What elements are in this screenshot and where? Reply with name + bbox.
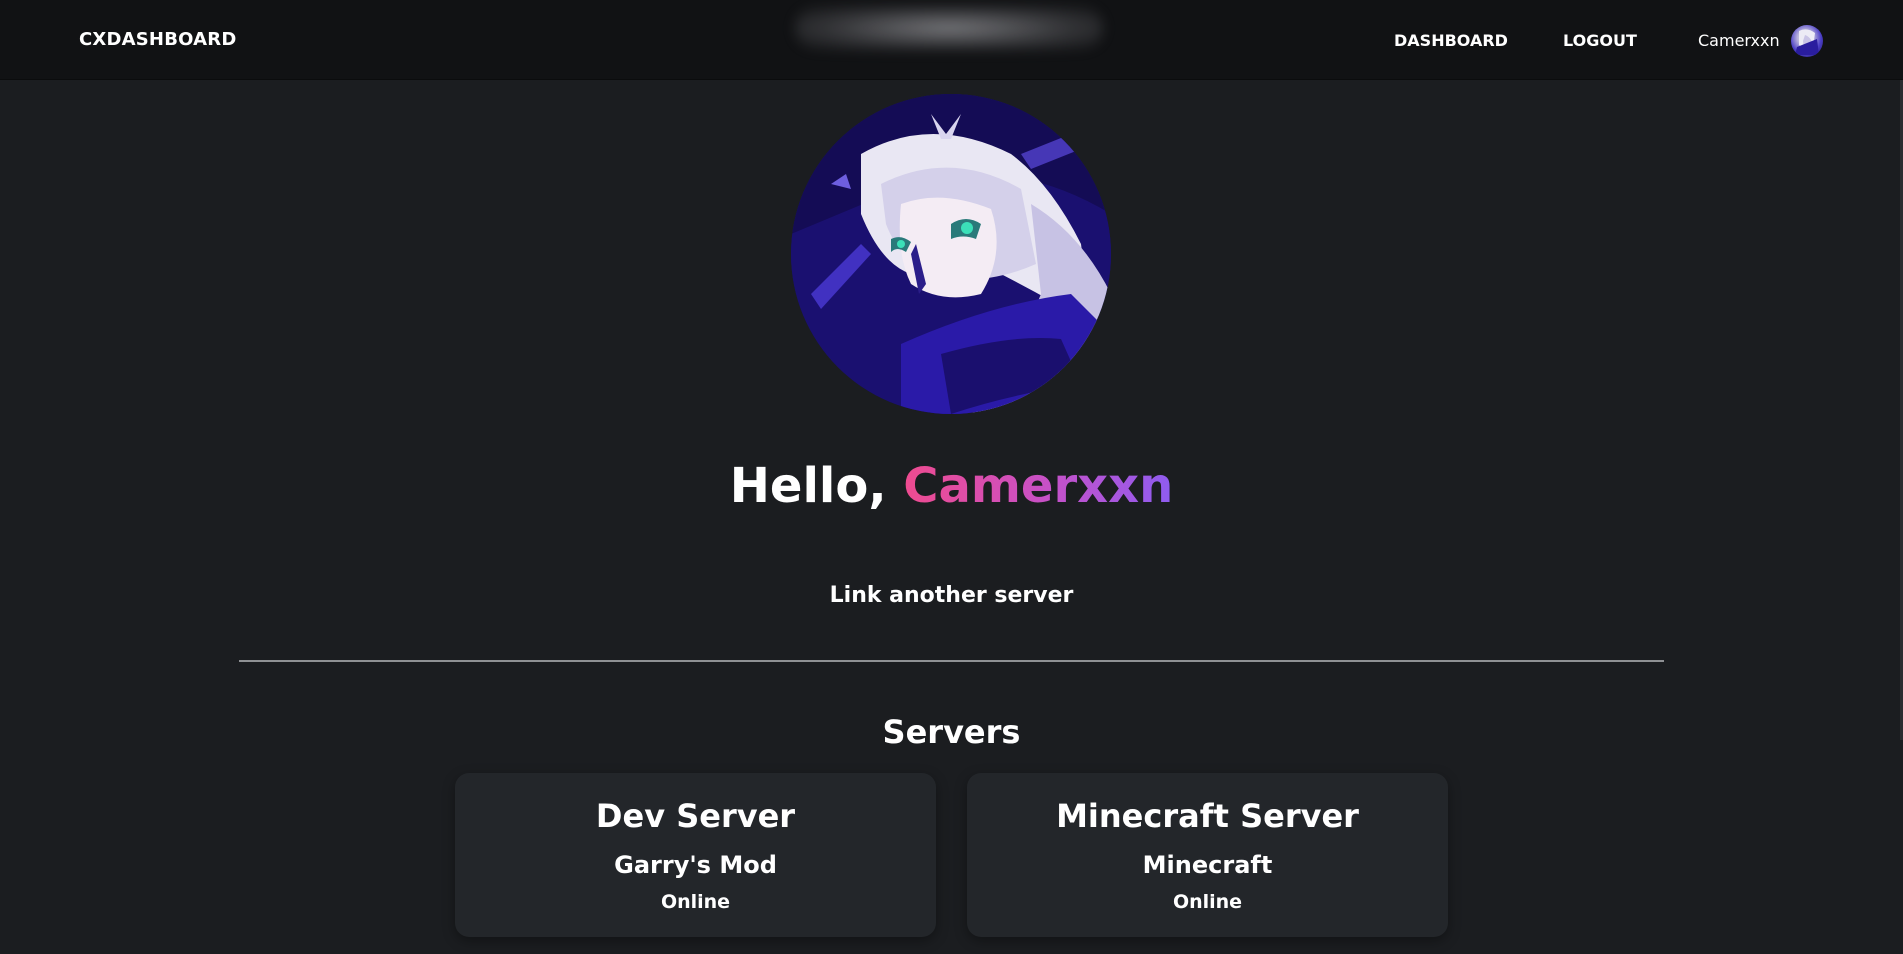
server-card-dev[interactable]: Dev Server Garry's Mod Online bbox=[455, 773, 936, 937]
nav-username[interactable]: Camerxxn bbox=[1698, 31, 1780, 50]
server-game: Garry's Mod bbox=[614, 851, 777, 879]
blurred-banner bbox=[795, 6, 1103, 50]
link-another-server-link[interactable]: Link another server bbox=[0, 583, 1903, 608]
nav-logout-link[interactable]: LOGOUT bbox=[1563, 31, 1637, 50]
servers-heading: Servers bbox=[882, 713, 1021, 751]
profile-picture-icon bbox=[791, 94, 1111, 414]
nav-dashboard-link[interactable]: DASHBOARD bbox=[1394, 31, 1508, 50]
server-name: Minecraft Server bbox=[1056, 797, 1359, 835]
greeting-prefix: Hello, bbox=[729, 458, 887, 514]
server-game: Minecraft bbox=[1142, 851, 1273, 879]
section-divider bbox=[239, 660, 1664, 662]
nav-user-avatar[interactable] bbox=[1791, 25, 1823, 57]
brand-logo-link[interactable]: CXDASHBOARD bbox=[79, 29, 236, 50]
top-navbar: CXDASHBOARD DASHBOARD LOGOUT Camerxxn bbox=[0, 0, 1903, 80]
server-name: Dev Server bbox=[595, 797, 796, 835]
server-card-minecraft[interactable]: Minecraft Server Minecraft Online bbox=[967, 773, 1448, 937]
profile-avatar bbox=[791, 94, 1111, 414]
server-status: Online bbox=[1172, 891, 1243, 913]
avatar-image-icon bbox=[1795, 29, 1819, 55]
server-status: Online bbox=[660, 891, 731, 913]
greeting-username: Camerxxn bbox=[903, 458, 1174, 514]
greeting-heading: Hello, Camerxxn bbox=[0, 458, 1903, 514]
